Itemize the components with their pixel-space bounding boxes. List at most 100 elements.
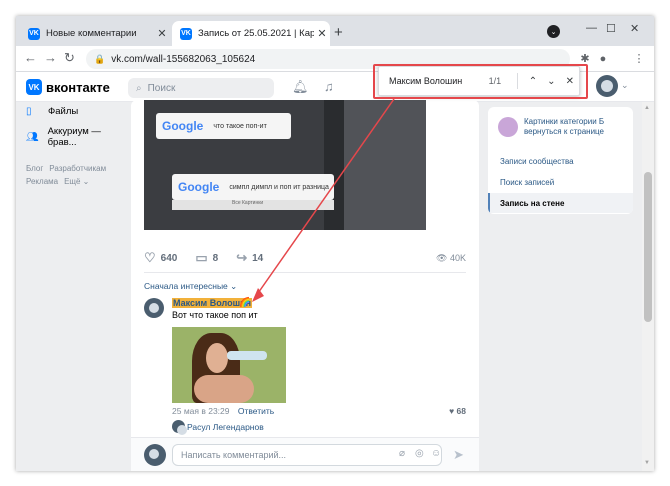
post-image[interactable]: Google что такое поп-ит Google симпл дим…: [144, 100, 426, 230]
footer-link-more[interactable]: Ещё ⌄: [64, 177, 89, 186]
tab-new-comments[interactable]: VK Новые комментарии ✕: [20, 21, 170, 46]
left-nav-label: Аккуриум — брав...: [47, 126, 101, 148]
menu-icon[interactable]: ⋮: [632, 52, 646, 66]
post-actions: ♡ 640 ▭ 8 ↪ 14: [144, 248, 466, 268]
comment-avatar[interactable]: [144, 298, 164, 318]
comment-like-count: 68: [456, 406, 466, 416]
views-value: 40K: [449, 253, 466, 263]
google-logo: Google: [178, 180, 220, 194]
share-icon: ↪: [236, 250, 248, 265]
vk-favicon-icon: VK: [180, 27, 192, 40]
vk-logo[interactable]: VK вконтакте: [26, 79, 110, 95]
new-tab-icon[interactable]: +: [334, 24, 343, 41]
reload-icon[interactable]: ↻: [64, 50, 75, 66]
group-back: вернуться к странице: [524, 127, 604, 136]
attach-icon[interactable]: ⌀: [399, 448, 405, 459]
maximize-icon[interactable]: ☐: [606, 22, 616, 35]
vk-search-input[interactable]: ⌕ Поиск: [128, 78, 274, 98]
google-tabs: Все Картинки: [172, 200, 334, 210]
close-icon[interactable]: ✕: [154, 27, 170, 40]
right-nav-wall-post[interactable]: Запись на стене: [488, 193, 633, 213]
close-icon[interactable]: ✕: [314, 27, 330, 40]
comment-composer: Написать комментарий... ⌀ ◎ ☺ ➤: [131, 437, 479, 471]
music-icon[interactable]: ♫: [324, 79, 334, 94]
eye-icon: 👁︎: [436, 253, 448, 263]
group-link[interactable]: Картинки категории Б вернуться к страниц…: [498, 117, 628, 137]
tab-search-icon[interactable]: ⌄: [547, 25, 560, 38]
like-button[interactable]: ♡ 640: [144, 250, 177, 266]
heart-icon: ♡: [144, 250, 156, 265]
address-text: vk.com/wall-155682063_105624: [111, 53, 256, 65]
google-logo: Google: [162, 119, 204, 133]
left-nav: ▯ Файлы 👥︎ Аккуриум — брав... Блог Разраб…: [26, 100, 130, 188]
comment-meta: 25 мая в 23:29 Ответить: [172, 406, 274, 416]
composer-avatar: [144, 444, 166, 466]
users-icon: 👥︎: [26, 131, 39, 143]
emoji-icon[interactable]: ☺: [431, 448, 441, 459]
user-avatar[interactable]: [596, 75, 618, 97]
comment-photo[interactable]: [172, 327, 286, 403]
browser-window: VK Новые комментарии ✕ VK Запись от 25.0…: [16, 16, 654, 471]
vk-favicon-icon: VK: [28, 27, 40, 40]
search-icon: ⌕: [136, 82, 142, 94]
window-close-icon[interactable]: ✕: [630, 22, 639, 35]
photo-arm: [194, 375, 254, 403]
google-search-box: Google симпл димпл и поп ит разница: [172, 174, 334, 200]
google-query: что такое поп-ит: [213, 122, 267, 130]
comment-likes[interactable]: ♥ 68: [449, 406, 466, 416]
forward-icon[interactable]: →: [44, 50, 57, 65]
sort-comments-dropdown[interactable]: Сначала интересные ⌄: [144, 281, 237, 292]
left-nav-item-files[interactable]: ▯ Файлы: [26, 100, 130, 122]
next-comment-avatar[interactable]: [172, 420, 187, 435]
page-scrollbar[interactable]: ▲ ▼: [642, 102, 654, 471]
right-nav-community-posts[interactable]: Записи сообщества: [488, 151, 633, 171]
footer-link-blog[interactable]: Блог: [26, 164, 43, 173]
comment-button[interactable]: ▭ 8: [195, 250, 218, 266]
left-nav-label: Файлы: [48, 105, 79, 117]
rainbow-icon: 🌈: [239, 297, 251, 307]
scroll-up-icon[interactable]: ▲: [644, 105, 650, 111]
vk-logo-text: вконтакте: [46, 79, 110, 95]
heart-icon: ♥: [449, 406, 455, 416]
next-comment-author[interactable]: Расул Легендарнов: [187, 422, 264, 432]
comment-count: 8: [212, 252, 219, 264]
group-thumbnail: [498, 117, 518, 137]
tab-post[interactable]: VK Запись от 25.05.2021 | Картинки ✕: [172, 21, 330, 46]
photo-face: [206, 343, 228, 373]
lock-icon: 🔒: [94, 53, 106, 64]
search-placeholder: Поиск: [147, 82, 176, 94]
minimize-icon[interactable]: —: [586, 22, 597, 34]
chevron-down-icon[interactable]: ⌄: [621, 80, 629, 91]
left-nav-item-group[interactable]: 👥︎ Аккуриум — брав...: [26, 122, 130, 152]
tab-title: Новые комментарии: [46, 28, 137, 39]
tab-strip: VK Новые комментарии ✕ VK Запись от 25.0…: [16, 16, 654, 46]
file-icon: ▯: [26, 105, 32, 117]
google-search-box: Google что такое поп-ит: [156, 113, 291, 139]
vk-logo-icon: VK: [26, 79, 42, 95]
footer-link-ads[interactable]: Реклама: [26, 177, 58, 186]
share-count: 14: [252, 252, 264, 264]
share-button[interactable]: ↪ 14: [236, 250, 263, 266]
tab-title: Запись от 25.05.2021 | Картинки: [198, 28, 314, 39]
right-nav: Картинки категории Б вернуться к страниц…: [488, 107, 633, 214]
footer-link-dev[interactable]: Разработчикам: [49, 164, 106, 173]
back-icon[interactable]: ←: [24, 50, 37, 65]
camera-icon[interactable]: ◎: [415, 448, 424, 459]
annotation-highlight-box: [373, 64, 588, 99]
comment-icon: ▭: [195, 250, 208, 265]
views-count: 👁︎ 40K: [436, 253, 466, 264]
scroll-down-icon[interactable]: ▼: [644, 460, 650, 466]
group-title: Картинки категории Б: [524, 117, 605, 126]
post-card: Google что такое поп-ит Google симпл дим…: [131, 100, 479, 471]
send-icon[interactable]: ➤: [453, 447, 464, 463]
image-figure: [344, 100, 426, 230]
comment-text: Вот что такое поп ит: [172, 310, 258, 320]
footer-links: Блог Разработчикам Реклама Ещё ⌄: [26, 162, 130, 188]
comment-date: 25 мая в 23:29: [172, 406, 230, 416]
reply-link[interactable]: Ответить: [238, 406, 274, 416]
right-nav-search-posts[interactable]: Поиск записей: [488, 172, 633, 192]
profile-icon[interactable]: ●: [596, 52, 610, 66]
divider: [144, 272, 466, 273]
bell-icon[interactable]: 🔔︎: [292, 79, 309, 95]
scroll-thumb[interactable]: [644, 172, 652, 322]
